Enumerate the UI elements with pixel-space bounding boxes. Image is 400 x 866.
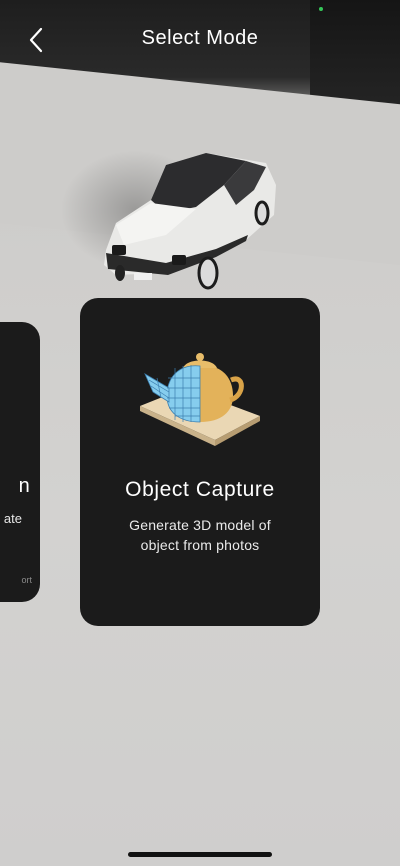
description-line-1: Generate 3D model of bbox=[129, 517, 271, 533]
camera-screen: Select Mode n ate ort Object Capture Gen… bbox=[0, 0, 400, 866]
mode-card-object-capture[interactable]: Object Capture Generate 3D model of obje… bbox=[80, 298, 320, 626]
teapot-3d-icon bbox=[140, 353, 260, 446]
camera-indicator-dot bbox=[319, 7, 323, 11]
mode-card-note: ort bbox=[21, 575, 32, 585]
home-indicator[interactable] bbox=[128, 852, 272, 857]
mode-card-description: ate bbox=[3, 511, 22, 526]
mode-card-title: n bbox=[18, 475, 30, 497]
top-bar: Select Mode bbox=[0, 18, 400, 62]
mode-card-description: Generate 3D model of object from photos bbox=[100, 515, 300, 555]
mode-card-previous[interactable]: n ate ort bbox=[0, 322, 40, 602]
toy-car-image bbox=[104, 153, 276, 290]
mode-card-title: Object Capture bbox=[125, 478, 275, 501]
page-title: Select Mode bbox=[141, 27, 259, 49]
description-line-2: object from photos bbox=[140, 537, 260, 553]
